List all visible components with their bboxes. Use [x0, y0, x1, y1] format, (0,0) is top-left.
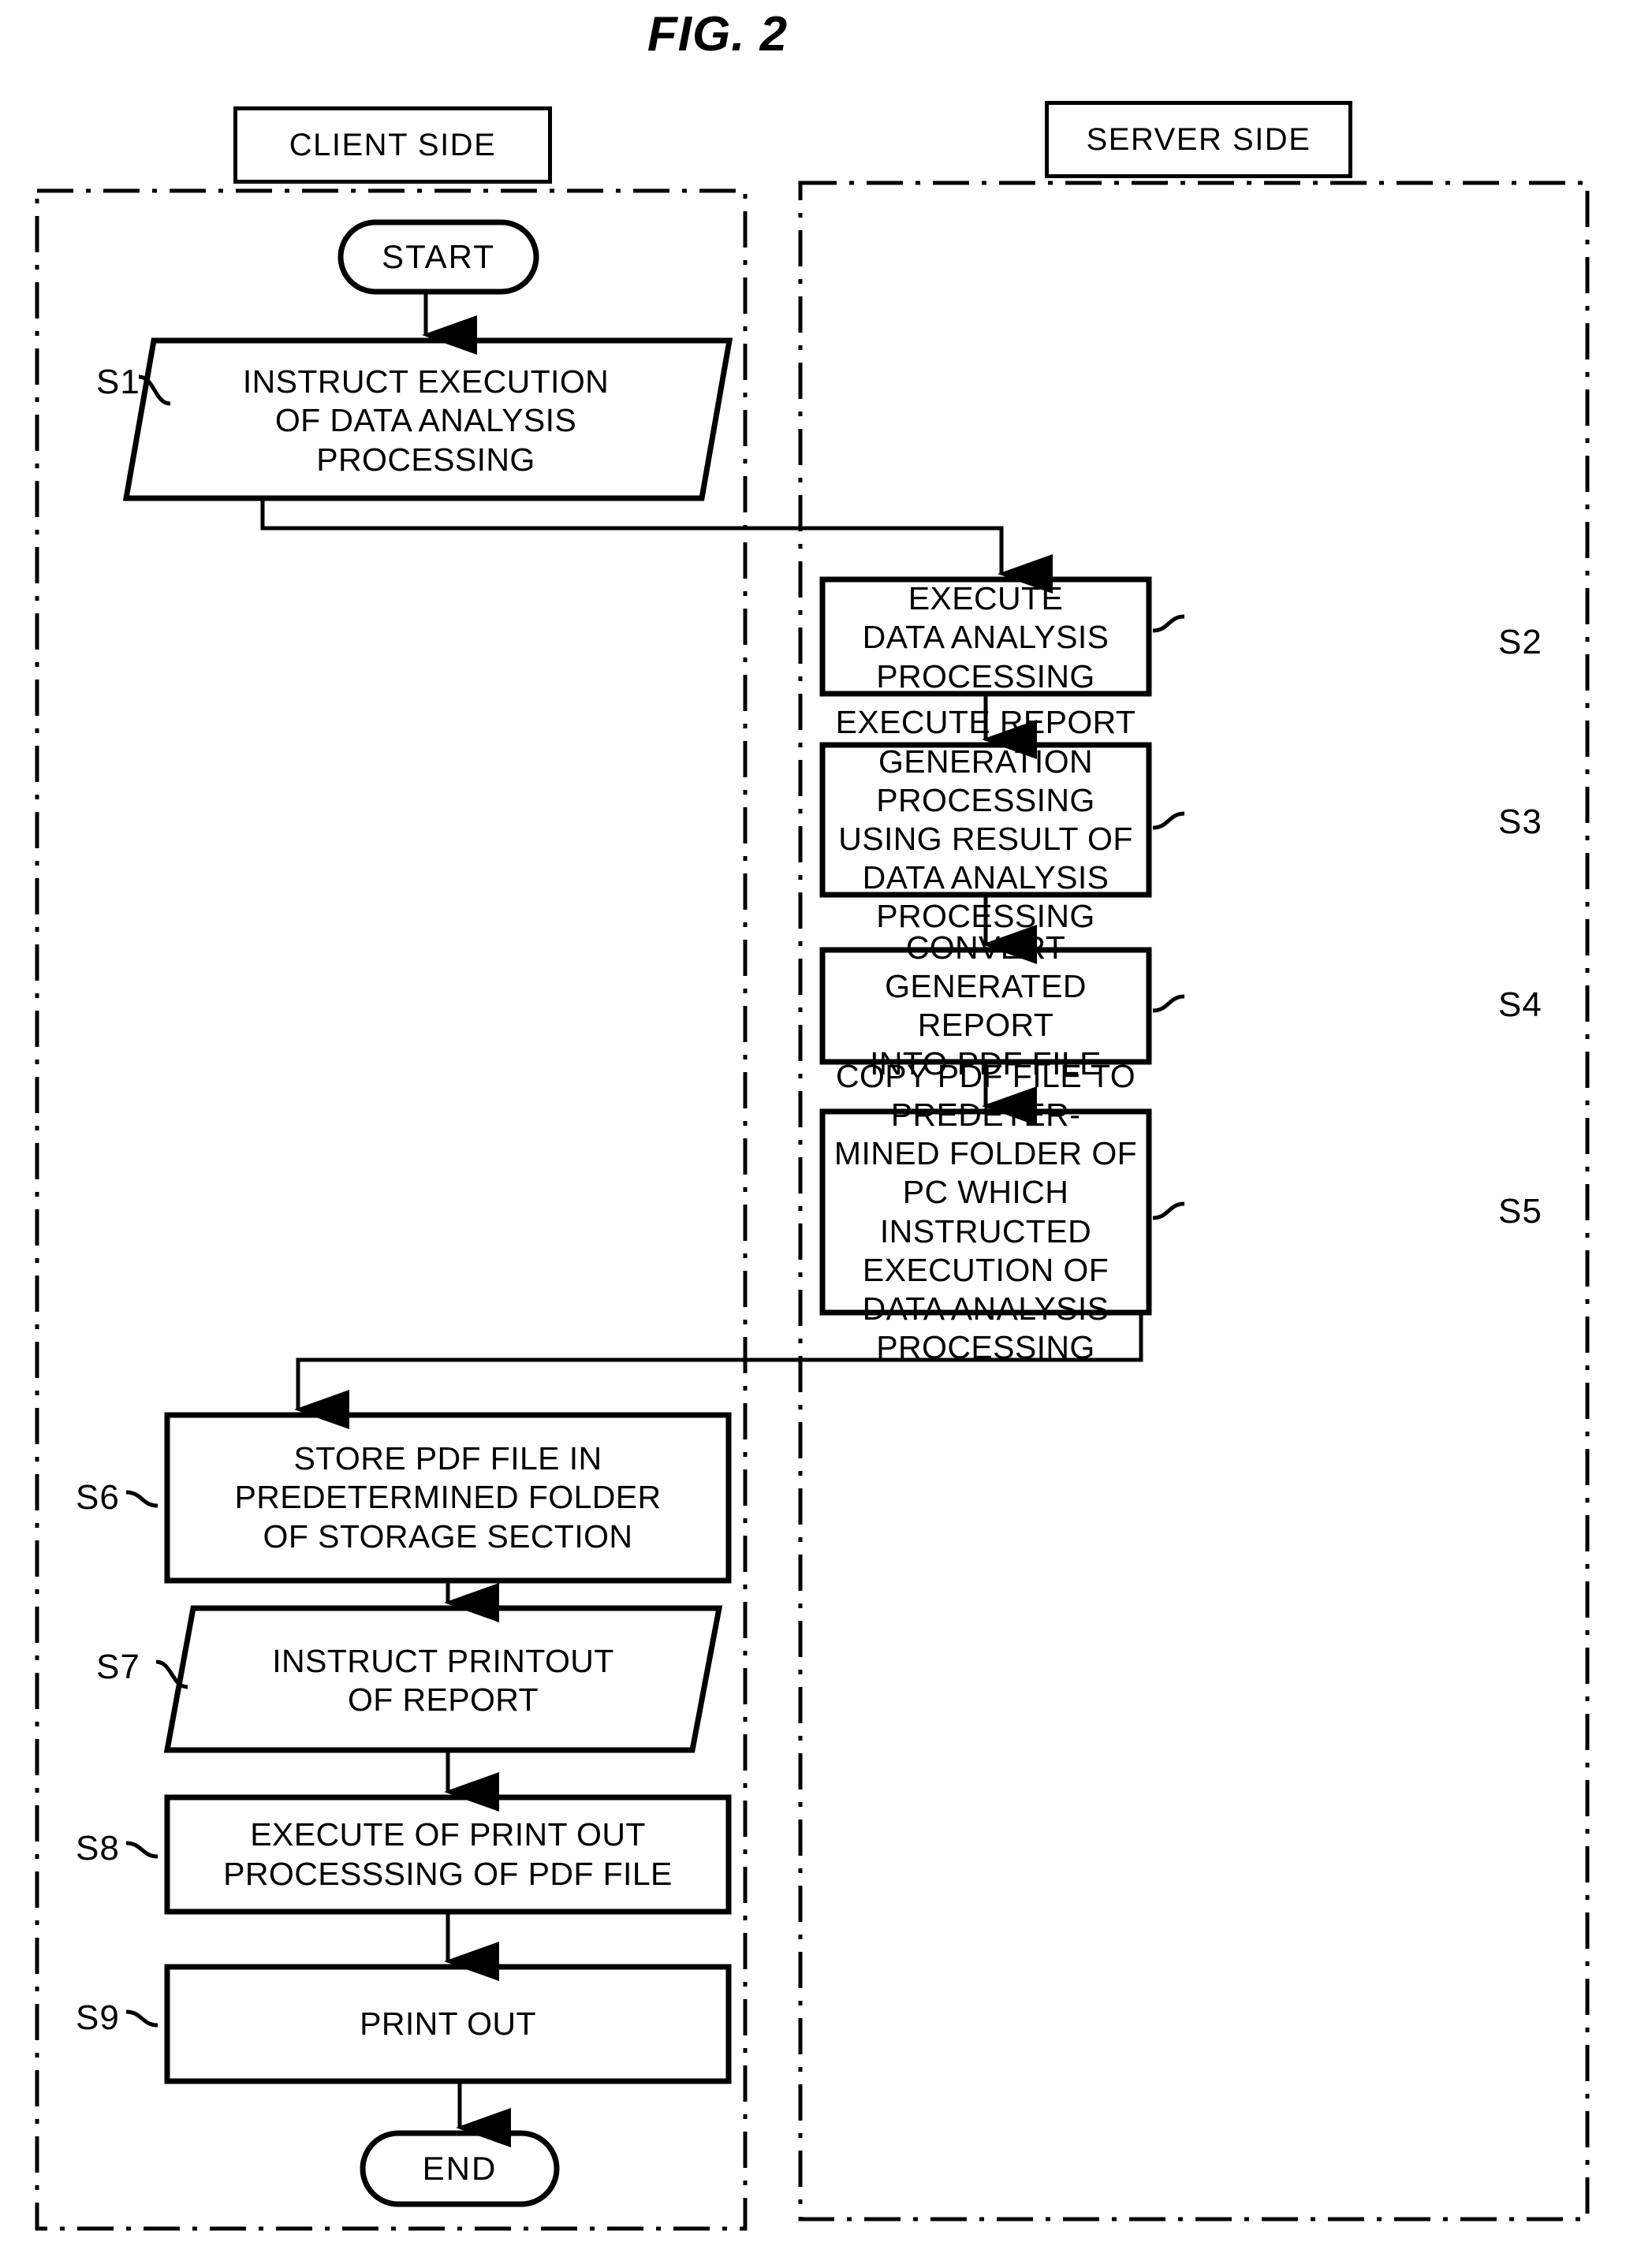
end-terminal-shape	[360, 2130, 560, 2207]
leader-s5	[1152, 1201, 1185, 1220]
s6-rect-shape	[164, 1412, 732, 1584]
s3-rect-shape	[819, 742, 1152, 898]
s5-rect-shape	[819, 1108, 1152, 1316]
step-label-s6: S6	[76, 1478, 120, 1517]
s9-rect-shape	[164, 1964, 732, 2084]
figure-title: FIG. 2	[647, 7, 789, 61]
step-label-s9: S9	[76, 1998, 120, 2037]
s8-rect-shape	[164, 1794, 732, 1915]
s4-rect-shape	[819, 947, 1152, 1065]
s1-parallelogram-shape	[122, 337, 733, 501]
leader-s4	[1152, 994, 1185, 1013]
start-terminal-shape	[337, 219, 539, 295]
step-label-s8: S8	[76, 1829, 120, 1868]
step-label-s5: S5	[1498, 1192, 1542, 1231]
s7-parallelogram-shape	[163, 1605, 723, 1753]
step-label-s2: S2	[1498, 623, 1542, 661]
connector-s1-s2	[260, 498, 1053, 594]
lane-tag-server: SERVER SIDE	[1045, 101, 1352, 178]
s2-rect-shape	[819, 576, 1152, 697]
step-label-s4: S4	[1498, 985, 1542, 1024]
leader-s2	[1152, 614, 1185, 633]
leader-s6	[125, 1490, 158, 1508]
flowchart-vector-layer	[35, 181, 1590, 2231]
connector-s5-s6	[294, 1313, 1143, 1429]
lane-tag-client-label: CLIENT SIDE	[289, 127, 497, 162]
lane-tag-server-label: SERVER SIDE	[1086, 121, 1311, 157]
step-label-s7: S7	[96, 1648, 140, 1686]
leader-s9	[125, 2009, 158, 2028]
lane-tag-client: CLIENT SIDE	[233, 106, 552, 184]
step-label-s3: S3	[1498, 803, 1542, 841]
leader-s8	[125, 1841, 158, 1859]
step-label-s1: S1	[96, 363, 140, 401]
figure-canvas: FIG. 2 CLIENT SIDE SERVER SIDE START END…	[0, 0, 1652, 2268]
leader-s3	[1152, 811, 1185, 830]
